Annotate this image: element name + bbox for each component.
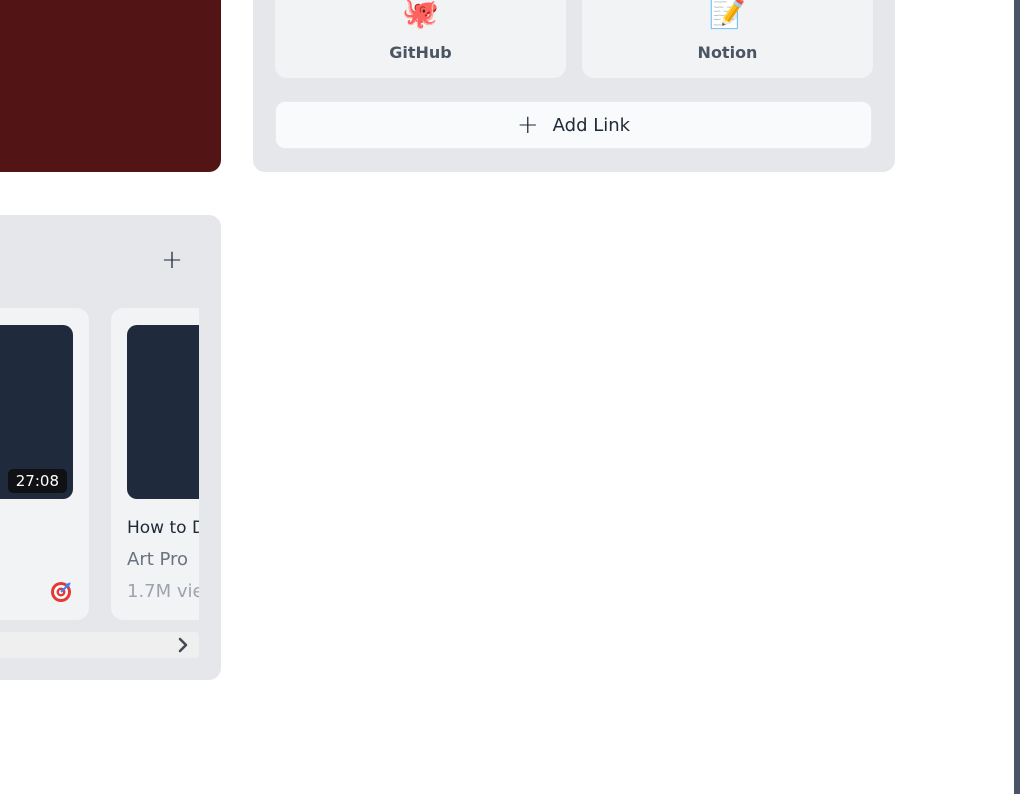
chevron-right-icon[interactable] [175, 636, 191, 654]
video-thumbnail[interactable] [127, 325, 199, 499]
video-channel[interactable]: Art Pro [127, 549, 188, 570]
link-label: GitHub [389, 43, 452, 62]
octopus-icon: 🐙 [401, 0, 440, 31]
add-video-button[interactable]: + [158, 246, 186, 274]
video-card[interactable]: 27:08 [0, 308, 89, 620]
add-link-button[interactable]: + Add Link [275, 101, 872, 149]
videos-panel: + 27:08 How to D Art Pro 1.7M vie [0, 215, 221, 680]
link-label: Notion [697, 43, 758, 62]
video-card[interactable]: How to D Art Pro 1.7M vie [111, 308, 199, 620]
horizontal-scrollbar[interactable] [0, 632, 199, 658]
link-tile-github[interactable]: 🐙 GitHub [275, 0, 566, 78]
window-edge [1014, 0, 1020, 794]
target-icon [51, 582, 71, 602]
link-tile-notion[interactable]: 📝 Notion [582, 0, 873, 78]
video-title[interactable]: How to D [127, 518, 199, 538]
hero-card [0, 0, 221, 172]
memo-icon: 📝 [708, 0, 747, 31]
video-duration: 27:08 [7, 469, 67, 493]
video-views: 1.7M vie [127, 581, 199, 602]
plus-icon: + [516, 110, 539, 140]
add-link-label: Add Link [552, 114, 631, 136]
quick-links-panel: 🐙 GitHub 📝 Notion + Add Link [253, 0, 895, 172]
page: 🐙 GitHub 📝 Notion + Add Link + 27:08 How… [0, 0, 1020, 794]
video-thumbnail[interactable]: 27:08 [0, 325, 73, 499]
video-carousel: 27:08 How to D Art Pro 1.7M vie [0, 307, 199, 621]
